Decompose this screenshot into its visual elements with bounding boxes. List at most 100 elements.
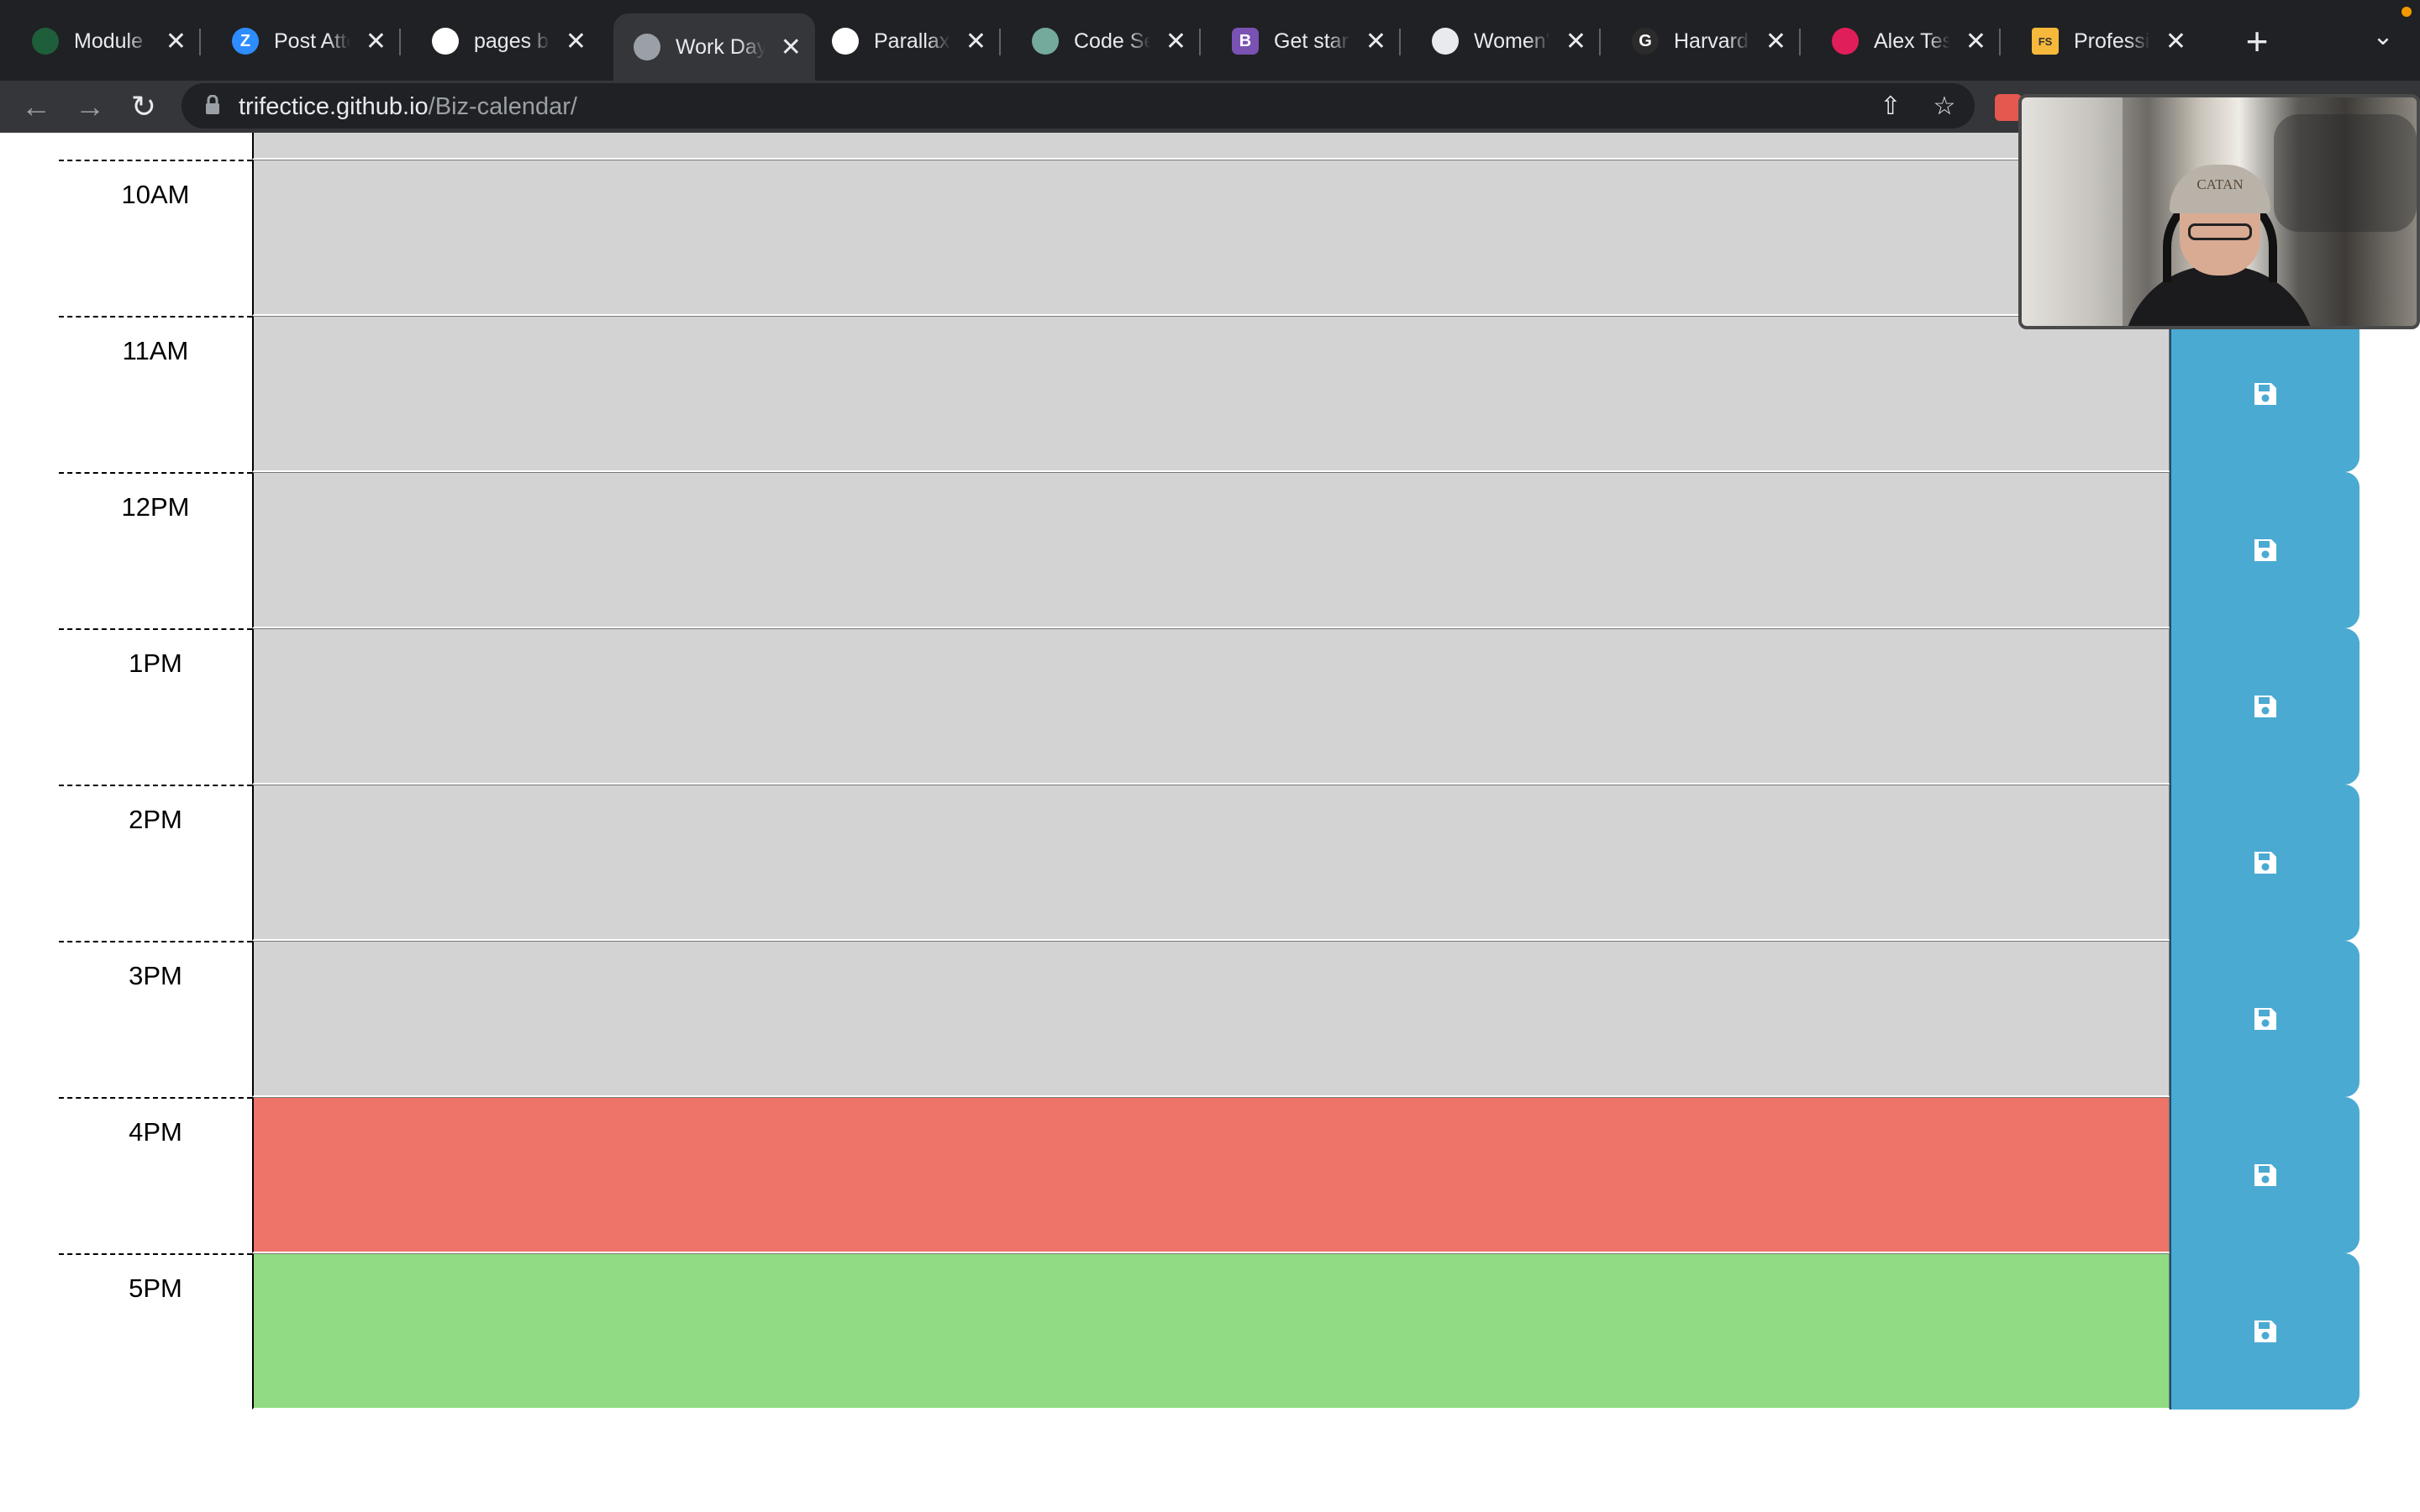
tab-title: Harvard F xyxy=(1674,29,1750,53)
tab-title: Module 5 xyxy=(74,29,150,53)
hour-cell: 3PM xyxy=(59,941,252,1097)
reload-icon[interactable]: ↻ xyxy=(123,86,165,128)
forward-arrow-icon[interactable]: → xyxy=(69,86,111,128)
webcam-background-shadow xyxy=(2274,114,2417,232)
tab-harvard[interactable]: G Harvard F ✕ xyxy=(1600,15,1800,67)
bookmark-star-icon[interactable]: ☆ xyxy=(1929,92,1960,122)
tab-module[interactable]: Module 5 ✕ xyxy=(0,15,200,67)
bootstrap-icon: B xyxy=(1232,28,1259,55)
harvard-icon: G xyxy=(1632,28,1659,55)
tab-openai[interactable]: Code Setu ✕ xyxy=(1000,15,1200,67)
tab-globe[interactable]: Work Day ✕ xyxy=(613,13,815,81)
mountain-icon xyxy=(1432,28,1459,55)
url-host: trifectice.github.io xyxy=(239,93,429,120)
event-textarea-present[interactable] xyxy=(252,1097,2170,1253)
tab-title: Alex Teste xyxy=(1874,29,1950,53)
tab-title: Profession xyxy=(2074,29,2150,53)
tab-mountain[interactable]: Women's ✕ xyxy=(1400,15,1600,67)
fs-icon: FS xyxy=(2032,28,2059,55)
hour-cell: 2PM xyxy=(59,785,252,941)
close-icon[interactable]: ✕ xyxy=(1365,27,1386,56)
save-button[interactable] xyxy=(2170,316,2360,472)
hour-label: 12PM xyxy=(121,492,190,522)
close-icon[interactable]: ✕ xyxy=(1765,27,1786,56)
glasses-icon xyxy=(2188,223,2252,240)
back-arrow-icon[interactable]: ← xyxy=(15,86,57,128)
close-icon[interactable]: ✕ xyxy=(1165,27,1186,56)
hour-label: 11AM xyxy=(122,336,189,365)
event-textarea-past[interactable] xyxy=(252,316,2170,472)
close-icon[interactable]: ✕ xyxy=(366,27,387,56)
tab-codepen[interactable]: Parallax s ✕ xyxy=(800,15,1000,67)
webcam-background xyxy=(2022,97,2123,326)
floppy-disk-icon xyxy=(2254,1320,2276,1342)
tab-title: Code Setu xyxy=(1074,29,1150,53)
module-icon xyxy=(32,28,59,55)
time-block-row: 1PM xyxy=(59,628,2360,785)
globe-icon xyxy=(634,34,660,60)
close-icon[interactable]: ✕ xyxy=(166,27,187,56)
hour-label: 3PM xyxy=(129,961,182,990)
event-textarea-past[interactable] xyxy=(252,133,2170,160)
cap-text: CATAN xyxy=(2196,176,2244,192)
floppy-disk-icon xyxy=(2254,539,2276,561)
event-textarea-past[interactable] xyxy=(252,160,2170,316)
tab-github[interactable]: pages bui ✕ xyxy=(400,15,600,67)
save-button[interactable] xyxy=(2170,628,2360,785)
tab-slack[interactable]: Alex Teste ✕ xyxy=(1800,15,2000,67)
save-button[interactable] xyxy=(2170,472,2360,628)
event-textarea-past[interactable] xyxy=(252,472,2170,628)
close-icon[interactable]: ✕ xyxy=(2165,27,2186,56)
hour-label: 10AM xyxy=(121,180,190,209)
new-tab-button[interactable]: + xyxy=(2233,18,2281,66)
time-block-row: 4PM xyxy=(59,1097,2360,1253)
hour-cell: 11AM xyxy=(59,316,252,472)
event-textarea-past[interactable] xyxy=(252,628,2170,785)
hour-label: 2PM xyxy=(129,805,182,834)
close-icon[interactable]: ✕ xyxy=(965,27,986,56)
tab-title: Women's xyxy=(1474,29,1550,53)
codepen-icon xyxy=(832,28,859,55)
event-textarea-past[interactable] xyxy=(252,941,2170,1097)
hour-cell: 4PM xyxy=(59,1097,252,1253)
webcam-overlay[interactable]: CATAN xyxy=(2018,94,2420,329)
floppy-disk-icon xyxy=(2254,1164,2276,1186)
event-textarea-past[interactable] xyxy=(252,785,2170,941)
close-icon[interactable]: ✕ xyxy=(566,27,587,56)
tab-zoom[interactable]: Z Post Atten ✕ xyxy=(200,15,400,67)
tab-strip: + ⌄ Module 5✕ZPost Atten✕pages bui✕Work … xyxy=(0,0,2420,81)
slack-icon xyxy=(1832,28,1859,55)
github-icon xyxy=(432,28,459,55)
time-block-row: 9AM xyxy=(59,133,2360,160)
floppy-disk-icon xyxy=(2254,696,2276,717)
zoom-icon: Z xyxy=(232,28,259,55)
floppy-disk-icon xyxy=(2254,383,2276,405)
address-bar[interactable]: trifectice.github.io/Biz-calendar/ ⇧ ☆ xyxy=(182,83,1975,129)
save-button[interactable] xyxy=(2170,1253,2360,1410)
close-icon[interactable]: ✕ xyxy=(1965,27,1986,56)
lock-icon xyxy=(206,95,219,114)
event-textarea-future[interactable] xyxy=(252,1253,2170,1410)
floppy-disk-icon xyxy=(2254,1008,2276,1030)
hour-label: 4PM xyxy=(129,1117,182,1147)
time-block-row: 12PM xyxy=(59,472,2360,628)
save-button[interactable] xyxy=(2170,1097,2360,1253)
close-icon[interactable]: ✕ xyxy=(781,33,802,62)
close-icon[interactable]: ✕ xyxy=(1565,27,1586,56)
tab-title: Get starte xyxy=(1274,29,1350,53)
save-button[interactable] xyxy=(2170,785,2360,941)
tab-bootstrap[interactable]: B Get starte ✕ xyxy=(1200,15,1400,67)
url-path: /Biz-calendar/ xyxy=(428,93,577,120)
hour-cell: 10AM xyxy=(59,160,252,316)
hour-cell: 9AM xyxy=(59,133,252,160)
share-icon[interactable]: ⇧ xyxy=(1876,92,1906,122)
floppy-disk-icon xyxy=(2254,852,2276,874)
hour-cell: 12PM xyxy=(59,472,252,628)
url-text: trifectice.github.io/Biz-calendar/ xyxy=(239,93,577,121)
tab-title: pages bui xyxy=(474,29,550,53)
tab-search-chevron-icon[interactable]: ⌄ xyxy=(2366,22,2400,60)
tab-fs[interactable]: FS Profession ✕ xyxy=(2000,15,2200,67)
time-block-row: 3PM xyxy=(59,941,2360,1097)
save-button[interactable] xyxy=(2170,941,2360,1097)
time-block-row: 2PM xyxy=(59,785,2360,941)
